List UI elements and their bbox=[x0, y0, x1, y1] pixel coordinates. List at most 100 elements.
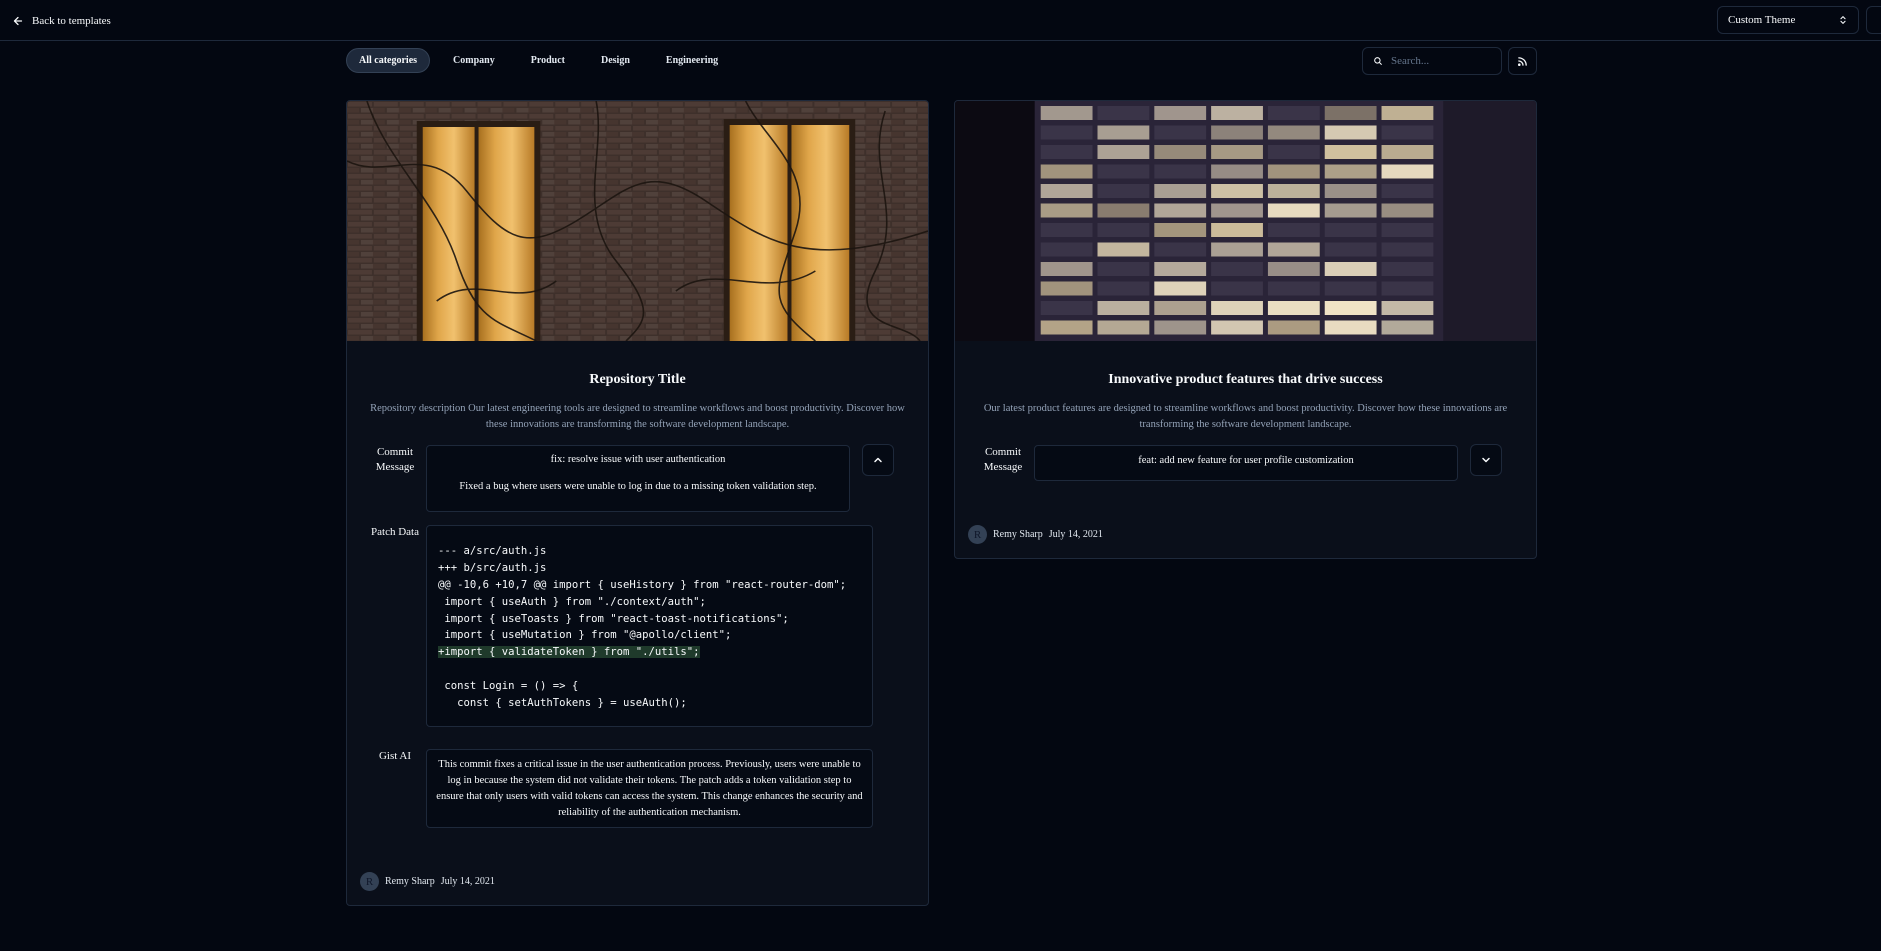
building-window bbox=[1154, 184, 1207, 198]
building-window bbox=[1267, 164, 1320, 179]
post-date: July 14, 2021 bbox=[1048, 529, 1103, 540]
building-window bbox=[1040, 125, 1093, 140]
tab-all-categories[interactable]: All categories bbox=[346, 47, 431, 73]
building-window bbox=[1154, 203, 1207, 218]
building-window bbox=[1211, 145, 1263, 159]
building-window bbox=[1097, 184, 1150, 198]
building-window bbox=[1097, 281, 1150, 296]
tab-product[interactable]: Product bbox=[518, 48, 578, 73]
commit-title: feat: add new feature for user profile c… bbox=[1138, 455, 1354, 466]
avatar: R bbox=[360, 872, 379, 891]
patch-line: +++ b/src/auth.js bbox=[438, 561, 547, 574]
building-window bbox=[1381, 164, 1434, 179]
building-window bbox=[1154, 320, 1207, 335]
theme-select[interactable]: Custom Theme bbox=[1717, 6, 1859, 34]
search-box[interactable] bbox=[1362, 47, 1502, 75]
building-window bbox=[1211, 106, 1263, 120]
building-window bbox=[1324, 301, 1377, 315]
building-window bbox=[1154, 145, 1207, 159]
chevron-up-icon bbox=[874, 457, 882, 463]
commit-message-label: Commit Message bbox=[375, 446, 415, 473]
building-window bbox=[1040, 262, 1093, 276]
building-window bbox=[1211, 320, 1263, 335]
building-window bbox=[1267, 106, 1320, 120]
patch-line bbox=[438, 661, 861, 678]
building-window bbox=[1381, 125, 1434, 140]
building-window bbox=[1154, 262, 1207, 276]
building-window bbox=[1211, 223, 1263, 237]
arrow-left-icon bbox=[13, 16, 23, 26]
patch-line: const Login = () => { bbox=[438, 680, 579, 693]
building-window bbox=[1267, 184, 1320, 198]
building-window bbox=[1267, 223, 1320, 237]
building-window bbox=[1097, 262, 1150, 276]
building-window bbox=[1040, 320, 1093, 335]
tab-design[interactable]: Design bbox=[588, 48, 643, 73]
card-title[interactable]: Innovative product features that drive s… bbox=[955, 372, 1536, 388]
patch-line-added: +import { validateToken } from "./utils"… bbox=[438, 646, 700, 659]
category-tabs: All categories Company Product Design En… bbox=[346, 47, 731, 73]
theme-extra-button[interactable] bbox=[1866, 6, 1881, 34]
gist-text: This commit fixes a critical issue in th… bbox=[436, 759, 863, 818]
building-window bbox=[1097, 320, 1150, 335]
building-window bbox=[1381, 223, 1434, 237]
building-window bbox=[1267, 262, 1320, 276]
building-window bbox=[1267, 281, 1320, 296]
building-window bbox=[1324, 320, 1377, 335]
card-title[interactable]: Repository Title bbox=[347, 372, 928, 388]
post-card[interactable]: Innovative product features that drive s… bbox=[954, 100, 1537, 559]
patch-line: --- a/src/auth.js bbox=[438, 545, 547, 557]
patch-line: const { setAuthTokens } = useAuth(); bbox=[438, 697, 687, 710]
author-info: R Remy Sharp July 14, 2021 bbox=[968, 525, 1103, 544]
building-window bbox=[1324, 203, 1377, 218]
patch-line: import { useAuth } from "./context/auth"… bbox=[438, 595, 706, 608]
building-window bbox=[1324, 164, 1377, 179]
card-description: Our latest product features are designed… bbox=[983, 403, 1508, 430]
building-window bbox=[1040, 242, 1093, 257]
building-window bbox=[1324, 184, 1377, 198]
patch-line: import { useMutation } from "@apollo/cli… bbox=[438, 629, 732, 642]
collapse-commit-button[interactable] bbox=[862, 444, 894, 476]
building-window bbox=[1381, 320, 1434, 335]
building-window bbox=[1381, 301, 1434, 315]
building-window bbox=[1381, 106, 1434, 120]
commit-message-box: feat: add new feature for user profile c… bbox=[1034, 445, 1458, 481]
patch-code: --- a/src/auth.js +++ b/src/auth.js @@ -10… bbox=[438, 543, 861, 712]
search-icon bbox=[1374, 57, 1382, 65]
tab-engineering[interactable]: Engineering bbox=[653, 48, 731, 73]
tab-company[interactable]: Company bbox=[440, 48, 508, 73]
building-window bbox=[1154, 301, 1207, 315]
search-input[interactable] bbox=[1391, 55, 1491, 67]
building-window bbox=[1267, 145, 1320, 159]
building-window bbox=[1040, 223, 1093, 237]
gist-ai-box: This commit fixes a critical issue in th… bbox=[426, 749, 873, 828]
building-window bbox=[1040, 106, 1093, 120]
building-window bbox=[1267, 125, 1320, 140]
building-window bbox=[1381, 203, 1434, 218]
expand-commit-button[interactable] bbox=[1470, 444, 1502, 476]
building-window bbox=[1211, 242, 1263, 257]
building-window bbox=[1040, 301, 1093, 315]
building-window bbox=[1040, 145, 1093, 159]
patch-line: @@ -10,6 +10,7 @@ import { useHistory } … bbox=[438, 578, 847, 591]
building-window bbox=[1097, 301, 1150, 315]
commit-message-label: Commit Message bbox=[983, 446, 1023, 473]
building-window bbox=[1154, 223, 1207, 237]
building-window bbox=[1211, 125, 1263, 140]
building-window bbox=[1324, 145, 1377, 159]
rss-button[interactable] bbox=[1508, 47, 1537, 75]
building-window bbox=[1324, 223, 1377, 237]
building-window bbox=[1154, 242, 1207, 257]
building-window bbox=[1381, 262, 1434, 276]
building-window bbox=[1154, 106, 1207, 120]
back-to-templates-link[interactable]: Back to templates bbox=[12, 12, 111, 30]
building-window bbox=[1097, 164, 1150, 179]
building-window bbox=[1154, 164, 1207, 179]
card-description: Repository description Our latest engine… bbox=[370, 403, 905, 430]
post-card[interactable]: Repository Title Repository description … bbox=[346, 100, 929, 906]
patch-line: import { useToasts } from "react-toast-n… bbox=[438, 612, 789, 625]
card-hero-image-building bbox=[955, 101, 1536, 341]
building-window bbox=[1154, 125, 1207, 140]
building-window bbox=[1324, 125, 1377, 140]
building-window bbox=[1381, 281, 1434, 296]
